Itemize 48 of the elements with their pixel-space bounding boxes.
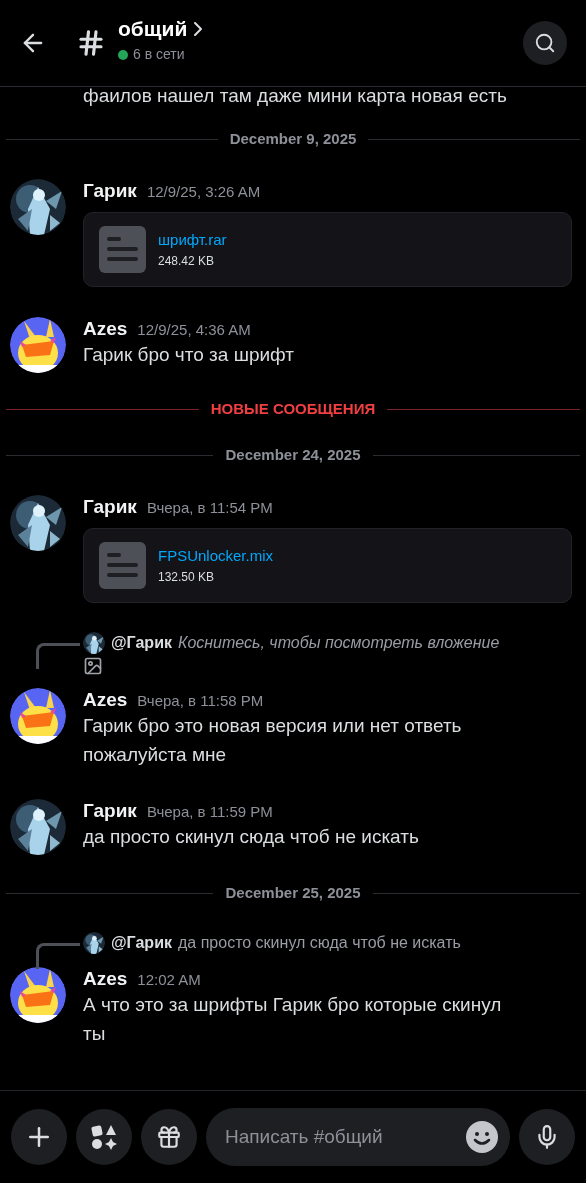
search-button[interactable]: [523, 21, 567, 65]
file-size: 248.42 KB: [158, 252, 216, 270]
author-name[interactable]: Azes: [83, 315, 128, 344]
new-messages-divider: НОВЫЕ СООБЩЕНИЯ: [210, 398, 376, 419]
apps-button[interactable]: [76, 1109, 132, 1165]
channel-title[interactable]: общий: [118, 12, 188, 45]
reply-author[interactable]: @Гарик: [111, 931, 172, 955]
shapes-icon: [90, 1123, 118, 1151]
file-attachment[interactable]: шрифт.rar 248.42 KB: [83, 212, 572, 287]
file-icon: [99, 226, 146, 273]
timestamp: Вчера, в 11:59 PM: [146, 802, 273, 822]
message-text: да просто скинул сюда чтоб не искать: [83, 825, 420, 849]
timestamp: 12/9/25, 3:26 AM: [146, 182, 261, 202]
reply-preview[interactable]: Коснитесь, чтобы посмотреть вложение: [178, 631, 500, 655]
gift-icon: [156, 1124, 182, 1150]
file-name[interactable]: FPSUnlocker.mix: [158, 545, 274, 568]
date-separator: December 25, 2025: [225, 882, 361, 903]
timestamp: Вчера, в 11:54 PM: [146, 498, 273, 518]
image-icon: [83, 656, 103, 676]
message-text: Гарик бро что за шрифт: [83, 343, 295, 367]
message-text: Гарик бро это новая версия или нет ответь пожалуйста мне: [83, 714, 463, 767]
online-count: 6 в сети: [133, 45, 185, 65]
search-icon: [534, 32, 556, 54]
emoji-icon[interactable]: [466, 1121, 498, 1153]
author-name[interactable]: Azes: [83, 965, 128, 994]
author-name[interactable]: Гарик: [83, 797, 137, 826]
file-icon: [99, 542, 146, 589]
file-name[interactable]: шрифт.rar: [158, 229, 227, 252]
author-name[interactable]: Azes: [83, 686, 128, 715]
timestamp: 12:02 AM: [137, 970, 201, 990]
reply-line: [36, 643, 80, 669]
author-name[interactable]: Гарик: [83, 177, 137, 206]
message-input[interactable]: Написать #общий: [206, 1108, 510, 1166]
date-separator: December 9, 2025: [229, 128, 357, 149]
timestamp: Вчера, в 11:58 PM: [137, 691, 264, 711]
message-text: фаилов нашел там даже мини карта новая есть: [82, 87, 508, 108]
gift-button[interactable]: [141, 1109, 197, 1165]
reply-preview[interactable]: да просто скинул сюда чтоб не искать: [178, 931, 461, 955]
add-button[interactable]: [11, 1109, 67, 1165]
reply-author[interactable]: @Гарик: [111, 631, 172, 655]
date-separator: December 24, 2025: [225, 444, 361, 465]
message-text: А что это за шрифты Гарик бро которые скинул ты: [83, 993, 503, 1046]
chevron-icon: [194, 21, 203, 36]
microphone-button[interactable]: [519, 1109, 575, 1165]
author-name[interactable]: Гарик: [83, 493, 137, 522]
file-attachment[interactable]: FPSUnlocker.mix 132.50 KB: [83, 528, 572, 603]
timestamp: 12/9/25, 4:36 AM: [137, 320, 251, 340]
file-size: 132.50 KB: [158, 568, 216, 586]
